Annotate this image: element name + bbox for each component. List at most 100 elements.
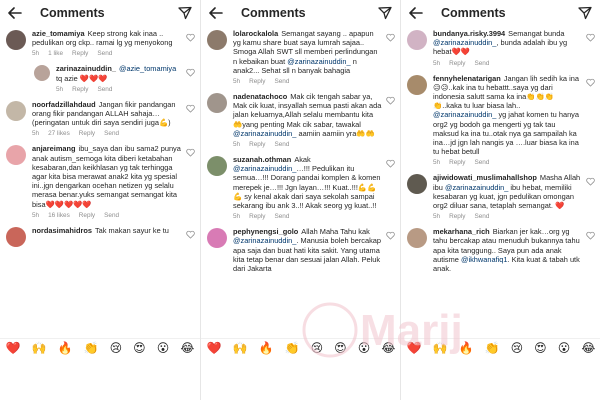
- clap-emoji[interactable]: 👏: [84, 341, 99, 355]
- mention-link[interactable]: @zarinazainuddin_: [433, 38, 496, 47]
- crying-emoji[interactable]: 😢: [511, 341, 524, 355]
- send-button[interactable]: Send: [474, 159, 489, 166]
- comment-username[interactable]: pephynengsi_golo: [233, 227, 298, 236]
- avatar[interactable]: [207, 30, 227, 50]
- reply-button[interactable]: Reply: [249, 141, 265, 148]
- fire-emoji[interactable]: 🔥: [58, 341, 73, 355]
- reply-button[interactable]: Reply: [72, 50, 88, 57]
- like-heart-icon[interactable]: [186, 68, 195, 78]
- avatar[interactable]: [207, 228, 227, 249]
- like-heart-icon[interactable]: [186, 230, 195, 239]
- comment-username[interactable]: ajiwidowati_muslimahallshop: [433, 173, 537, 182]
- like-heart-icon[interactable]: [186, 104, 195, 113]
- laughing-emoji[interactable]: 😂: [381, 341, 395, 355]
- comment-username[interactable]: fennyhelenatarigan: [433, 74, 501, 83]
- heart-eyes-emoji[interactable]: 😍: [334, 341, 347, 355]
- avatar[interactable]: [6, 100, 26, 121]
- crying-emoji[interactable]: 😢: [311, 341, 324, 355]
- reply-button[interactable]: Reply: [72, 86, 88, 93]
- send-button[interactable]: Send: [104, 130, 119, 137]
- comment-username[interactable]: suzanah.othman: [233, 155, 291, 164]
- comment-likes[interactable]: 16 likes: [48, 212, 70, 219]
- mention-link[interactable]: @azie_tomamiya: [119, 64, 176, 73]
- send-button[interactable]: Send: [274, 78, 289, 85]
- surprised-emoji[interactable]: 😮: [358, 341, 371, 355]
- comment-username[interactable]: anjareimang: [32, 144, 76, 153]
- direct-send-icon[interactable]: [176, 4, 194, 22]
- send-button[interactable]: Send: [97, 86, 112, 93]
- avatar[interactable]: [6, 145, 26, 166]
- comment-username[interactable]: noorfadzillahdaud: [32, 100, 96, 109]
- comment-username[interactable]: bundanya.risky.3994: [433, 29, 505, 38]
- back-arrow-icon[interactable]: [407, 4, 425, 22]
- send-button[interactable]: Send: [274, 141, 289, 148]
- send-button[interactable]: Send: [97, 50, 112, 57]
- reply-button[interactable]: Reply: [449, 213, 465, 220]
- like-heart-icon[interactable]: [186, 148, 195, 158]
- comment-likes[interactable]: 27 likes: [48, 130, 70, 137]
- clap-emoji[interactable]: 👏: [485, 341, 500, 355]
- direct-send-icon[interactable]: [576, 4, 594, 22]
- laughing-emoji[interactable]: 😂: [180, 341, 194, 355]
- laughing-emoji[interactable]: 😂: [581, 341, 595, 355]
- send-button[interactable]: Send: [104, 212, 119, 219]
- like-heart-icon[interactable]: [386, 159, 395, 168]
- avatar[interactable]: [34, 65, 50, 82]
- heart-emoji[interactable]: ❤️: [207, 341, 222, 355]
- like-heart-icon[interactable]: [386, 231, 395, 240]
- avatar[interactable]: [6, 226, 26, 247]
- heart-eyes-emoji[interactable]: 😍: [133, 341, 146, 355]
- mention-link[interactable]: @zarinazainuddin_: [233, 164, 296, 173]
- avatar[interactable]: [207, 156, 227, 177]
- avatar[interactable]: [407, 74, 427, 95]
- comment-username[interactable]: nadenatachoco: [233, 92, 287, 101]
- mention-link[interactable]: @zarinazainuddin_: [233, 236, 296, 245]
- reply-button[interactable]: Reply: [449, 159, 465, 166]
- mention-link[interactable]: @zarinazainuddin_: [287, 57, 350, 66]
- mention-link[interactable]: @ikhwanafiq1: [461, 255, 508, 264]
- heart-emoji[interactable]: ❤️: [407, 341, 422, 355]
- avatar[interactable]: [6, 30, 26, 50]
- surprised-emoji[interactable]: 😮: [157, 341, 170, 355]
- comment-username[interactable]: nordasimahidros: [32, 226, 92, 235]
- comment-username[interactable]: zarinazainuddin_: [56, 64, 116, 73]
- raised-hands-emoji[interactable]: 🙌: [233, 341, 248, 355]
- send-button[interactable]: Send: [474, 213, 489, 220]
- avatar[interactable]: [407, 30, 427, 50]
- avatar[interactable]: [407, 228, 427, 249]
- like-heart-icon[interactable]: [386, 33, 395, 42]
- like-heart-icon[interactable]: [186, 33, 195, 42]
- like-heart-icon[interactable]: [586, 231, 595, 240]
- like-heart-icon[interactable]: [586, 78, 595, 87]
- fire-emoji[interactable]: 🔥: [259, 341, 274, 355]
- raised-hands-emoji[interactable]: 🙌: [433, 341, 448, 355]
- surprised-emoji[interactable]: 😮: [558, 341, 571, 355]
- reply-button[interactable]: Reply: [249, 78, 265, 85]
- clap-emoji[interactable]: 👏: [285, 341, 300, 355]
- raised-hands-emoji[interactable]: 🙌: [32, 341, 47, 355]
- mention-link[interactable]: @zarinazainuddin_: [233, 129, 296, 138]
- like-heart-icon[interactable]: [586, 33, 595, 42]
- send-button[interactable]: Send: [274, 213, 289, 220]
- comment-username[interactable]: azie_tomamiya: [32, 29, 85, 38]
- reply-button[interactable]: Reply: [249, 213, 265, 220]
- reply-button[interactable]: Reply: [79, 130, 95, 137]
- back-arrow-icon[interactable]: [207, 4, 225, 22]
- fire-emoji[interactable]: 🔥: [459, 341, 474, 355]
- crying-emoji[interactable]: 😢: [110, 341, 123, 355]
- send-button[interactable]: Send: [474, 60, 489, 67]
- comment-likes[interactable]: 1 like: [48, 50, 63, 57]
- heart-emoji[interactable]: ❤️: [6, 341, 21, 355]
- avatar[interactable]: [207, 93, 227, 114]
- like-heart-icon[interactable]: [586, 177, 595, 187]
- mention-link[interactable]: @zarinazainuddin_: [445, 183, 508, 192]
- comment-username[interactable]: mekarhana_rich: [433, 227, 490, 236]
- like-heart-icon[interactable]: [386, 96, 395, 105]
- reply-button[interactable]: Reply: [79, 212, 95, 219]
- heart-eyes-emoji[interactable]: 😍: [534, 341, 547, 355]
- back-arrow-icon[interactable]: [6, 4, 24, 22]
- mention-link[interactable]: @zarinazainuddin_: [433, 110, 496, 119]
- direct-send-icon[interactable]: [376, 4, 394, 22]
- comment-username[interactable]: lolarockalola: [233, 29, 278, 38]
- avatar[interactable]: [407, 174, 427, 195]
